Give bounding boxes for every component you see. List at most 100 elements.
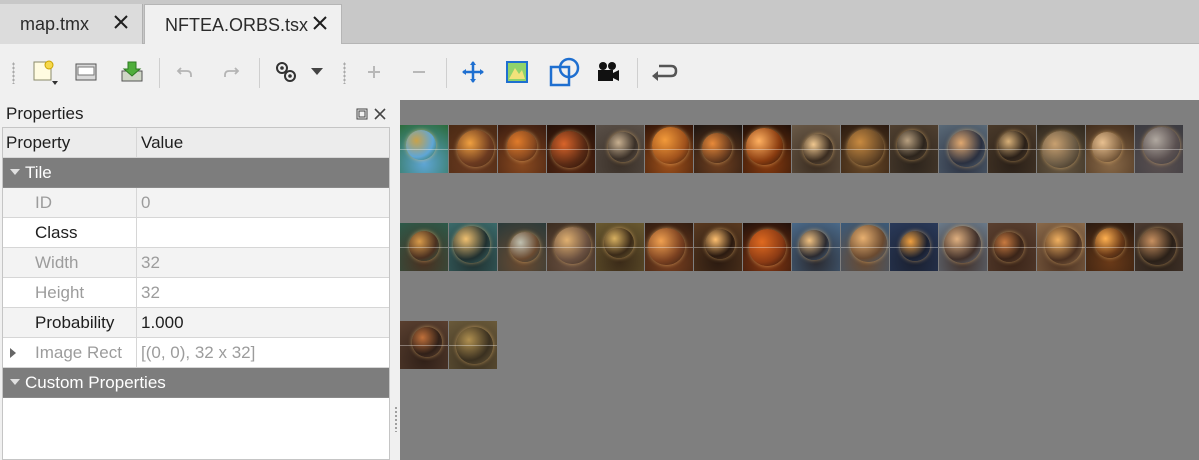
orb-image xyxy=(897,130,927,160)
dynamic-wrapping-icon[interactable] xyxy=(457,56,489,88)
toolbar-separator xyxy=(159,58,160,88)
close-icon[interactable] xyxy=(311,14,329,32)
tile-thumbnail[interactable] xyxy=(792,223,840,271)
tile-thumbnail[interactable] xyxy=(890,125,938,173)
group-tile[interactable]: Tile xyxy=(3,158,389,188)
tile-thumbnail[interactable] xyxy=(1037,223,1085,271)
edit-collision-icon[interactable] xyxy=(548,56,582,88)
property-value[interactable] xyxy=(137,218,389,247)
tile-thumbnail[interactable] xyxy=(596,125,644,173)
tileset-view[interactable] xyxy=(400,100,1199,460)
undo-icon[interactable] xyxy=(169,56,201,88)
tab-nftea-orbs-tsx[interactable]: NFTEA.ORBS.tsx xyxy=(144,4,342,45)
chevron-down-icon[interactable] xyxy=(302,56,332,88)
tile-thumbnail[interactable] xyxy=(1135,223,1183,271)
group-custom-properties[interactable]: Custom Properties xyxy=(3,368,389,398)
tile-thumbnail[interactable] xyxy=(841,125,889,173)
toolbar-grip[interactable] xyxy=(12,62,15,84)
orb-image xyxy=(846,128,884,166)
property-value: 0 xyxy=(141,192,151,212)
panel-header: Properties xyxy=(0,100,392,127)
collapse-arrow-icon[interactable] xyxy=(10,368,20,398)
tile-thumbnail[interactable] xyxy=(645,125,693,173)
edit-animation-icon[interactable] xyxy=(592,56,624,88)
property-row-probability[interactable]: Probability 1.000 xyxy=(3,308,389,338)
orb-image xyxy=(1092,132,1122,162)
tile-thumbnail[interactable] xyxy=(939,125,987,173)
tile-thumbnail[interactable] xyxy=(939,223,987,271)
tile-thumbnail[interactable] xyxy=(400,223,448,271)
edit-terrain-icon[interactable] xyxy=(501,56,533,88)
tile-thumbnail[interactable] xyxy=(449,125,497,173)
tile-thumbnail[interactable] xyxy=(1086,223,1134,271)
property-row-id[interactable]: ID 0 xyxy=(3,188,389,218)
tile-thumbnail[interactable] xyxy=(400,125,448,173)
collapse-arrow-icon[interactable] xyxy=(10,158,20,188)
back-icon[interactable] xyxy=(648,56,680,88)
tile-thumbnail[interactable] xyxy=(449,223,497,271)
tile-thumbnail[interactable] xyxy=(498,223,546,271)
orb-image xyxy=(455,326,493,364)
tile-thumbnail[interactable] xyxy=(645,223,693,271)
tile-thumbnail[interactable] xyxy=(792,125,840,173)
column-header-value[interactable]: Value xyxy=(137,128,389,157)
panel-splitter[interactable] xyxy=(392,100,400,460)
toolbar-grip[interactable] xyxy=(343,62,346,84)
tileset-properties-icon[interactable] xyxy=(270,56,302,88)
tile-thumbnail[interactable] xyxy=(1086,125,1134,173)
tile-thumbnail[interactable] xyxy=(890,223,938,271)
properties-table: Property Value Tile ID 0 Class Width 32 … xyxy=(2,127,390,460)
orb-image xyxy=(799,230,829,260)
tab-label: map.tmx xyxy=(20,13,90,34)
expand-arrow-icon[interactable] xyxy=(10,338,18,368)
tile-thumbnail[interactable] xyxy=(547,223,595,271)
orb-image xyxy=(651,126,689,164)
tile-thumbnail[interactable] xyxy=(743,223,791,271)
toolbar-separator xyxy=(446,58,447,88)
property-row-height[interactable]: Height 32 xyxy=(3,278,389,308)
tile-thumbnail[interactable] xyxy=(841,223,889,271)
splitter-grip[interactable] xyxy=(394,406,398,432)
table-header: Property Value xyxy=(3,128,389,158)
new-tileset-icon[interactable] xyxy=(28,56,60,88)
orb-image xyxy=(705,229,735,259)
property-value: 32 xyxy=(141,252,160,272)
tile-thumbnail[interactable] xyxy=(400,321,448,369)
orb-image xyxy=(510,232,540,262)
property-name: Width xyxy=(3,248,137,277)
group-label: Custom Properties xyxy=(25,372,166,392)
property-row-width[interactable]: Width 32 xyxy=(3,248,389,278)
close-icon[interactable] xyxy=(112,13,130,31)
orb-image xyxy=(947,129,985,167)
save-icon[interactable] xyxy=(116,56,148,88)
tile-thumbnail[interactable] xyxy=(1037,125,1085,173)
tile-thumbnail[interactable] xyxy=(743,125,791,173)
tile-thumbnail[interactable] xyxy=(596,223,644,271)
property-value[interactable]: 1.000 xyxy=(137,308,389,337)
toolbar xyxy=(0,44,1199,100)
tile-thumbnail[interactable] xyxy=(988,125,1036,173)
add-tiles-icon[interactable] xyxy=(358,56,390,88)
redo-icon[interactable] xyxy=(215,56,247,88)
property-row-class[interactable]: Class xyxy=(3,218,389,248)
tile-thumbnail[interactable] xyxy=(988,223,1036,271)
tile-thumbnail[interactable] xyxy=(694,223,742,271)
property-row-image-rect[interactable]: Image Rect [(0, 0), 32 x 32] xyxy=(3,338,389,368)
tile-thumbnail[interactable] xyxy=(547,125,595,173)
remove-tiles-icon[interactable] xyxy=(403,56,435,88)
properties-panel: Properties Property Value Tile ID 0 Clas… xyxy=(0,100,392,460)
tile-thumbnail[interactable] xyxy=(694,125,742,173)
tile-thumbnail[interactable] xyxy=(498,125,546,173)
float-icon[interactable] xyxy=(356,105,368,125)
tile-thumbnail[interactable] xyxy=(449,321,497,369)
tab-map-tmx[interactable]: map.tmx xyxy=(0,4,143,44)
orb-image xyxy=(608,132,638,162)
orb-image xyxy=(900,231,930,261)
tile-thumbnail[interactable] xyxy=(1135,125,1183,173)
column-header-property[interactable]: Property xyxy=(3,128,137,157)
tab-bar: map.tmx NFTEA.ORBS.tsx xyxy=(0,0,1199,45)
orb-image xyxy=(550,130,588,168)
close-icon[interactable] xyxy=(374,105,386,125)
orb-image xyxy=(1044,226,1082,264)
open-icon[interactable] xyxy=(70,56,102,88)
